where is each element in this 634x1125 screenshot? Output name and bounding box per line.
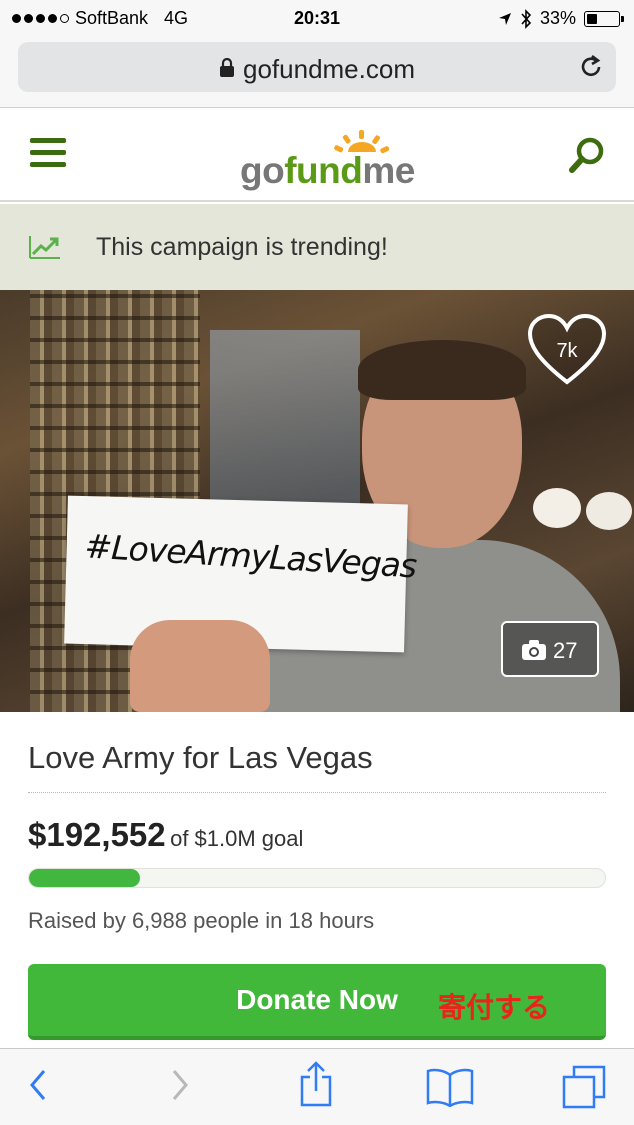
logo-wordmark: gofundme [240,150,415,191]
address-bar[interactable]: gofundme.com [18,42,616,92]
url-display[interactable]: gofundme.com [18,54,616,85]
divider [28,792,606,793]
trending-banner: This campaign is trending! [0,204,634,290]
hamburger-menu-icon[interactable] [30,138,66,170]
lock-icon [220,58,234,78]
like-count: 7k [556,340,578,362]
hero-person-hair [358,340,526,400]
status-right: 33% [498,8,624,29]
site-header: gofundme [0,108,634,202]
hero-hand [130,620,270,712]
raised-amount: $192,552 [28,816,166,853]
forward-arrow-icon[interactable] [168,1065,192,1105]
browser-toolbar [0,1048,634,1125]
camera-icon [522,640,546,660]
photo-gallery-button[interactable]: 27 [501,621,599,677]
hero-sign-text: #LoveArmyLasVegas [83,526,418,586]
raised-by-text: Raised by 6,988 people in 18 hours [28,908,375,933]
progress-bar [28,868,606,888]
search-icon[interactable] [568,136,606,174]
gofundme-logo[interactable]: gofundme [240,130,425,191]
browser-address-area: gofundme.com [0,36,634,108]
bookmarks-icon[interactable] [426,1067,474,1107]
goal-text: of $1.0M goal [170,826,304,851]
battery-icon [584,10,624,27]
bluetooth-icon [521,8,532,29]
photo-count: 27 [553,638,578,663]
campaign-title: Love Army for Las Vegas [28,740,373,775]
status-bar: SoftBank 4G 20:31 33% [0,0,634,36]
donate-jp-annotation: 寄付する [438,992,551,1023]
like-heart-button[interactable]: 7k [526,312,608,388]
battery-percent: 33% [539,8,576,28]
reload-icon[interactable] [578,53,604,81]
donate-now-button[interactable]: Donate Now 寄付する [28,964,606,1040]
share-icon[interactable] [298,1061,334,1109]
location-arrow-icon [498,12,511,25]
trending-chart-icon [29,236,60,259]
raised-summary: $192,552 of $1.0M goal [28,816,303,854]
tabs-icon[interactable] [562,1065,606,1109]
progress-fill [29,869,140,887]
hero-lamp [533,488,581,528]
back-arrow-icon[interactable] [26,1065,50,1105]
hero-lamp [586,492,632,530]
url-text: gofundme.com [243,54,415,84]
trending-text: This campaign is trending! [96,233,388,261]
